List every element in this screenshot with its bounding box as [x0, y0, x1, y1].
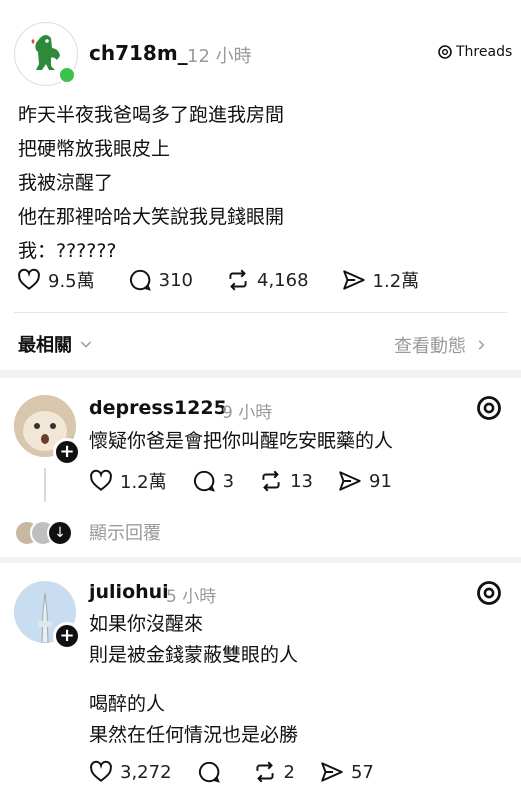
share-count: 91: [369, 470, 392, 492]
threads-logo-icon[interactable]: [475, 394, 503, 422]
repost-button[interactable]: 2: [252, 759, 295, 785]
like-count: 3,272: [120, 761, 172, 783]
like-count: 1.2萬: [120, 472, 167, 493]
comment-text: 如果你沒醒來 則是被金錢蒙蔽雙眼的人 喝醉的人 果然在任何情況也是必勝: [89, 609, 298, 751]
reply-button[interactable]: 310: [127, 267, 193, 293]
post-line: 他在那裡哈哈大笑說我見錢眼開: [18, 206, 285, 228]
reply-count: 310: [158, 269, 193, 291]
expand-replies-icon: ↓: [47, 520, 73, 546]
online-status-dot: [58, 66, 76, 84]
post-line: 我被涼醒了: [18, 172, 114, 194]
repost-count: 4,168: [257, 269, 309, 291]
share-count: 57: [350, 761, 374, 783]
comment-icon: [198, 761, 220, 783]
comment-line: 如果你沒醒來: [89, 613, 204, 635]
comment-username[interactable]: depress1225: [89, 397, 227, 419]
comment-icon: [193, 470, 215, 492]
reply-button[interactable]: [196, 759, 228, 785]
post-time: 12 小時: [187, 46, 252, 67]
threads-logo-icon[interactable]: [475, 579, 503, 607]
section-divider: [0, 557, 521, 563]
repost-icon: [229, 269, 247, 291]
thread-line: [44, 468, 46, 502]
share-button[interactable]: 1.2萬: [341, 267, 420, 293]
section-divider: [0, 370, 521, 378]
repost-icon: [262, 470, 280, 492]
comment-icon: [129, 269, 151, 291]
repost-button[interactable]: 4,168: [225, 267, 309, 293]
like-button[interactable]: 9.5萬: [16, 267, 95, 293]
threads-brand[interactable]: Threads: [437, 44, 512, 60]
comment-line: 果然在任何情況也是必勝: [89, 724, 299, 746]
heart-icon: [90, 760, 112, 782]
send-icon: [321, 762, 343, 782]
divider: [14, 312, 507, 313]
threads-logo-icon: [438, 45, 452, 59]
post-text: 昨天半夜我爸喝多了跑進我房間 把硬幣放我眼皮上 我被涼醒了 他在那裡哈哈大笑說我…: [18, 98, 284, 268]
comment-line: 則是被金錢蒙蔽雙眼的人: [89, 644, 299, 666]
view-activity-link[interactable]: 查看動態: [394, 332, 488, 358]
comment-text: 懷疑你爸是會把你叫醒吃安眠藥的人: [89, 430, 394, 452]
heart-icon: [18, 268, 40, 290]
repost-button[interactable]: 13: [258, 468, 313, 494]
post-line: 我：??????: [18, 240, 117, 262]
reply-button[interactable]: 3: [191, 468, 234, 494]
like-button[interactable]: 3,272: [88, 759, 172, 785]
repost-count: 2: [283, 761, 295, 783]
comment-time: 5 小時: [166, 587, 217, 607]
reply-avatars[interactable]: ↓: [14, 518, 78, 546]
show-replies-link[interactable]: 顯示回覆: [89, 519, 161, 545]
chevron-right-icon: [478, 340, 485, 350]
share-button[interactable]: 57: [319, 759, 374, 785]
follow-button[interactable]: +: [53, 438, 81, 466]
share-button[interactable]: 91: [337, 468, 392, 494]
share-count: 1.2萬: [372, 271, 420, 292]
comment-username[interactable]: juliohui: [89, 581, 169, 603]
send-icon: [339, 471, 361, 491]
view-activity-label: 查看動態: [394, 336, 466, 357]
comment-line: 喝醉的人: [89, 693, 166, 715]
repost-count: 13: [290, 470, 313, 492]
sort-label: 最相關: [18, 335, 72, 356]
send-icon: [342, 270, 365, 290]
heart-icon: [90, 469, 112, 491]
follow-button[interactable]: +: [53, 622, 81, 650]
comment-time: 9 小時: [222, 403, 273, 423]
chevron-down-icon: [80, 341, 92, 348]
post-username[interactable]: ch718m_: [89, 41, 188, 65]
post-line: 昨天半夜我爸喝多了跑進我房間: [18, 104, 285, 126]
reply-count: 3: [222, 470, 235, 492]
like-button[interactable]: 1.2萬: [88, 468, 167, 494]
repost-icon: [255, 761, 274, 783]
post-line: 把硬幣放我眼皮上: [18, 138, 171, 160]
brand-label: Threads: [456, 44, 513, 60]
sort-dropdown[interactable]: 最相關: [18, 331, 94, 357]
like-count: 9.5萬: [48, 271, 95, 292]
